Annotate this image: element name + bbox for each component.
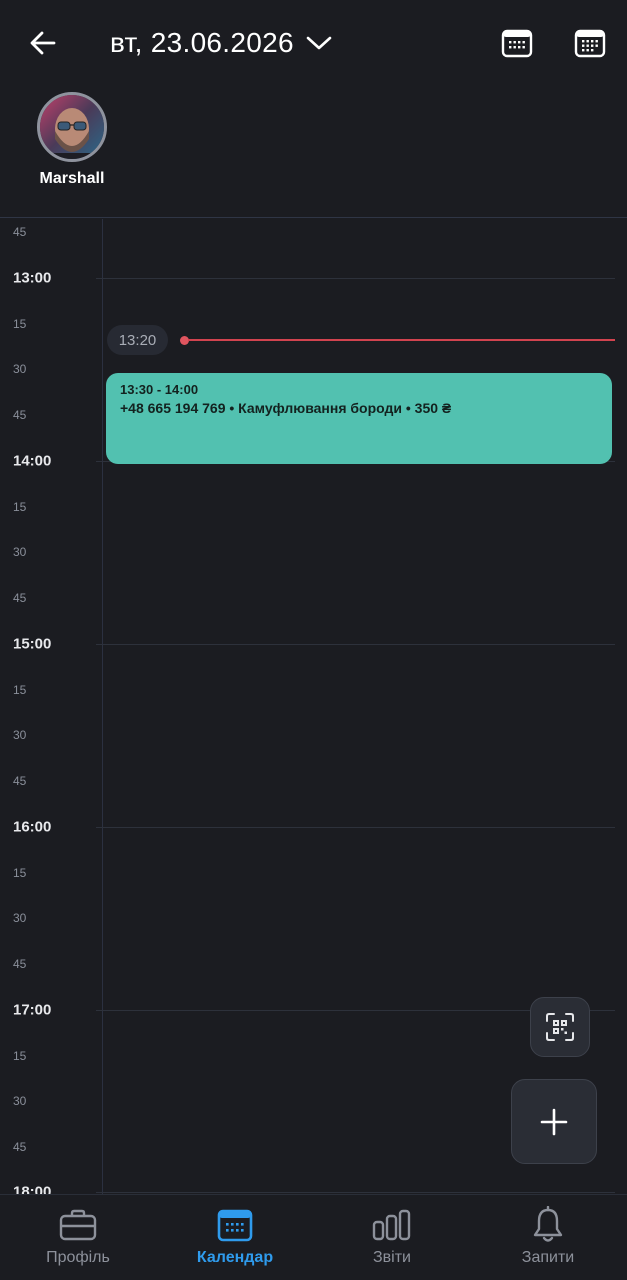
hour-label: 15:00: [13, 635, 52, 653]
nav-label: Профіль: [46, 1249, 110, 1266]
time-label: 30: [13, 728, 27, 742]
nav-item-profile[interactable]: Профіль: [3, 1205, 153, 1267]
time-label: 45: [13, 1140, 27, 1154]
hour-label: 13:00: [13, 269, 52, 287]
calendar-month-icon: [574, 29, 606, 58]
hour-gridline: [96, 278, 615, 279]
week-view-button[interactable]: [500, 26, 534, 60]
month-view-button[interactable]: [573, 26, 607, 60]
chevron-down-icon: [306, 36, 332, 50]
calendar-week-icon: [501, 29, 533, 58]
time-label: 30: [13, 1094, 27, 1108]
time-label: 45: [13, 957, 27, 971]
back-button[interactable]: [24, 24, 62, 62]
hour-label: 14:00: [13, 452, 52, 470]
appointment-card[interactable]: 13:30 - 14:00 +48 665 194 769 • Камуфлюв…: [106, 373, 612, 464]
nav-item-reports[interactable]: Звіти: [317, 1205, 467, 1267]
nav-label: Звіти: [373, 1249, 411, 1266]
bell-icon: [533, 1206, 563, 1242]
hour-label: 16:00: [13, 818, 52, 836]
timeline-axis-line: [102, 219, 103, 1194]
add-appointment-button[interactable]: [511, 1079, 597, 1164]
time-label: 30: [13, 545, 27, 559]
nav-label: Запити: [521, 1249, 575, 1266]
time-label: 30: [13, 362, 27, 376]
time-label: 45: [13, 225, 27, 239]
time-label: 15: [13, 1049, 27, 1063]
time-label: 15: [13, 683, 27, 697]
avatar: [37, 92, 107, 162]
qr-scan-icon: [546, 1013, 574, 1041]
hour-label: 17:00: [13, 1001, 52, 1019]
current-time-badge: 13:20: [107, 325, 168, 355]
calendar-icon: [217, 1209, 253, 1242]
bottom-navigation: Профіль Календар Звіти Запити: [0, 1194, 627, 1280]
date-selector[interactable]: вт, 23.06.2026: [110, 24, 332, 62]
current-time-line: [188, 339, 615, 341]
nav-item-requests[interactable]: Запити: [473, 1205, 623, 1267]
time-label: 30: [13, 911, 27, 925]
hour-gridline: [96, 644, 615, 645]
hour-label: 18:00: [13, 1183, 52, 1195]
time-label: 15: [13, 866, 27, 880]
header: вт, 23.06.2026 Marshall: [0, 0, 627, 218]
scan-qr-button[interactable]: [530, 997, 590, 1057]
time-label: 15: [13, 317, 27, 331]
nav-label: Календар: [196, 1249, 274, 1266]
staff-name: Marshall: [39, 170, 105, 187]
appointment-time: 13:30 - 14:00: [120, 382, 199, 397]
date-label: вт, 23.06.2026: [110, 27, 294, 58]
bar-chart-icon: [372, 1209, 411, 1241]
appointment-details: +48 665 194 769 • Камуфлювання бороди • …: [120, 400, 452, 416]
nav-item-calendar[interactable]: Календар: [160, 1205, 310, 1267]
plus-icon: [540, 1108, 568, 1135]
time-label: 45: [13, 774, 27, 788]
briefcase-icon: [59, 1209, 97, 1241]
hour-gridline: [96, 1192, 615, 1193]
time-label: 45: [13, 408, 27, 422]
time-label: 45: [13, 591, 27, 605]
avatar-image: [40, 95, 104, 159]
hour-gridline: [96, 827, 615, 828]
staff-member[interactable]: Marshall: [30, 92, 114, 188]
arrow-left-icon: [30, 31, 56, 55]
time-label: 15: [13, 500, 27, 514]
